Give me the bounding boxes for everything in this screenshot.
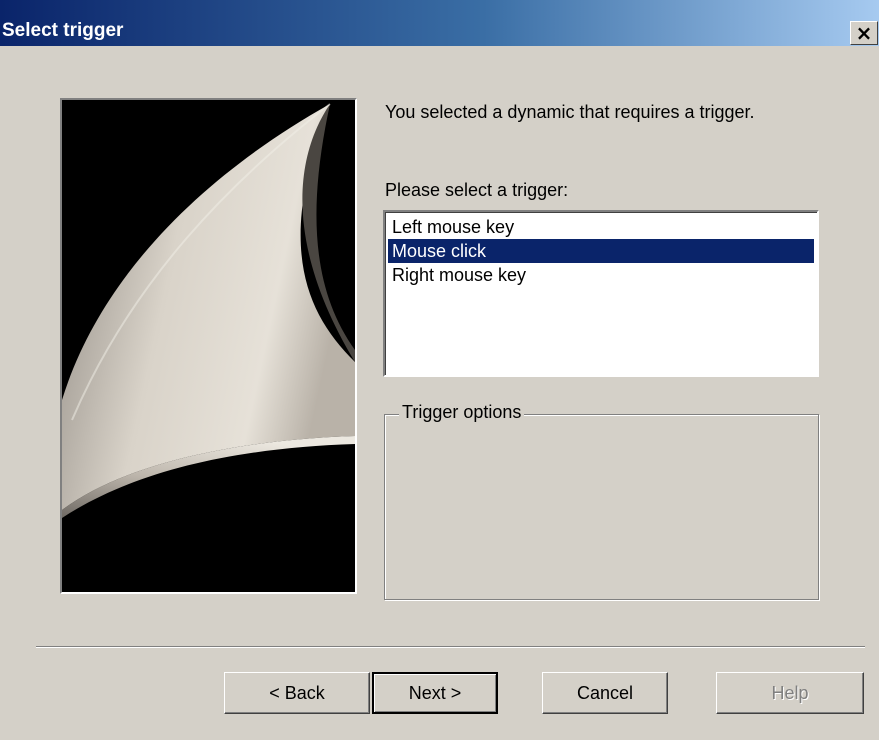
decorative-curve-graphic xyxy=(62,100,355,592)
close-button[interactable]: × xyxy=(850,21,878,45)
select-trigger-dialog: Select trigger × You selected a dynamic … xyxy=(0,0,879,740)
list-item-mouse-click[interactable]: Mouse click xyxy=(388,239,814,263)
list-item-left-mouse-key[interactable]: Left mouse key xyxy=(388,215,814,239)
trigger-options-group: Trigger options xyxy=(384,402,819,600)
trigger-listbox[interactable]: Left mouse key Mouse click Right mouse k… xyxy=(383,210,819,377)
trigger-options-label: Trigger options xyxy=(399,402,525,423)
intro-text: You selected a dynamic that requires a t… xyxy=(385,102,755,122)
list-item-right-mouse-key[interactable]: Right mouse key xyxy=(388,263,814,287)
button-separator xyxy=(36,646,865,648)
close-icon: × xyxy=(855,21,873,45)
help-button[interactable]: Help xyxy=(716,672,864,714)
wizard-image xyxy=(60,98,357,594)
title-bar: Select trigger × xyxy=(0,0,879,46)
back-button[interactable]: < Back xyxy=(224,672,370,714)
dialog-title: Select trigger xyxy=(2,20,124,41)
cancel-button[interactable]: Cancel xyxy=(542,672,668,714)
next-button[interactable]: Next > xyxy=(372,672,498,714)
prompt-label: Please select a trigger: xyxy=(385,180,569,200)
